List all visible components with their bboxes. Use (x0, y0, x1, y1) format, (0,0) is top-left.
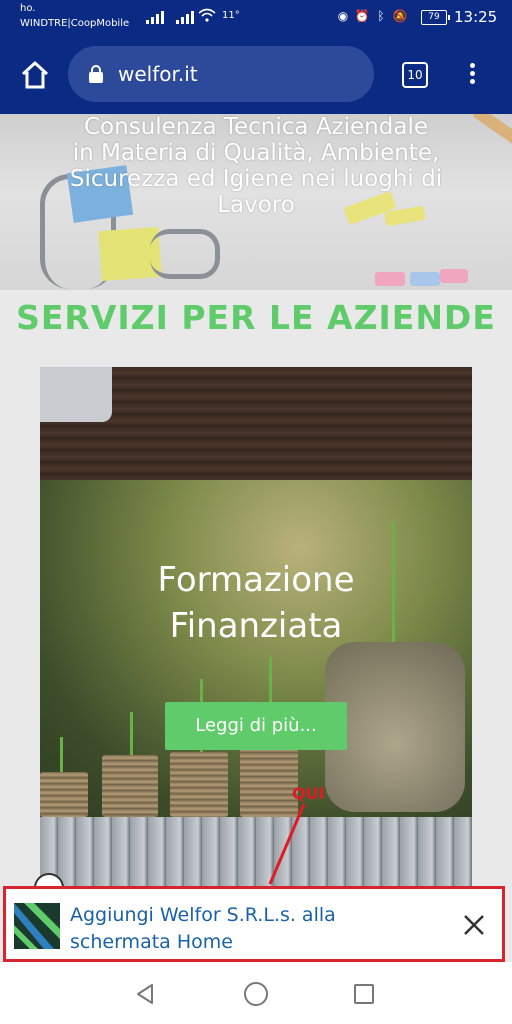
push-pin-image (410, 272, 440, 286)
coin-stack-image (170, 752, 228, 817)
service-card[interactable]: Formazione Finanziata Leggi di più... (40, 367, 472, 887)
signal-icon (146, 10, 164, 24)
hero-title-line: Sicurezza ed Igiene nei luoghi di (69, 166, 443, 192)
overflow-menu-icon[interactable] (464, 60, 480, 90)
push-pin-image (440, 269, 468, 283)
home-circle-icon[interactable] (244, 982, 268, 1006)
coin-stack-image (102, 755, 158, 817)
hero-banner: Consulenza Tecnica Aziendale in Materia … (0, 114, 512, 290)
temperature: 11° (222, 10, 240, 21)
recent-apps-icon[interactable] (354, 984, 374, 1004)
lock-icon (89, 65, 103, 83)
push-pin-image (375, 272, 405, 286)
card-title-line: Formazione (157, 560, 355, 600)
sprout-image (60, 737, 63, 772)
coin-stack-image (40, 772, 88, 817)
add-to-home-text[interactable]: Aggiungi Welfor S.R.L.s. alla schermata … (70, 902, 430, 956)
bluetooth-icon: ᛒ (377, 9, 385, 23)
url-text: welfor.it (118, 62, 198, 86)
binder-clip-image (150, 229, 220, 279)
carrier-network: WINDTRE|CoopMobile (20, 18, 130, 29)
hero-title: Consulenza Tecnica Aziendale in Materia … (0, 114, 512, 218)
add-to-home-text-line: schermata Home (70, 931, 233, 953)
system-nav-bar (0, 962, 512, 1024)
coin-stack-image (240, 747, 298, 817)
back-icon[interactable] (134, 982, 158, 1006)
address-bar[interactable]: welfor.it (68, 46, 374, 102)
add-to-home-text-line: Aggiungi Welfor S.R.L.s. alla (70, 904, 336, 926)
carrier-name: ho. (20, 3, 36, 14)
welfor-app-icon (14, 903, 60, 949)
home-icon[interactable] (18, 58, 52, 92)
alarm-icon: ⏰ (354, 9, 370, 23)
status-bar: ho. WINDTRE|CoopMobile 11° ◉ ⏰ ᛒ 🔕 79 13… (0, 0, 512, 36)
tab-switcher-button[interactable]: 10 (402, 62, 428, 88)
section-title: SERVIZI PER LE AZIENDE (16, 298, 496, 337)
hero-title-line: in Materia di Qualità, Ambiente, (72, 140, 440, 166)
hero-title-line: Consulenza Tecnica Aziendale (84, 114, 428, 140)
browser-toolbar: welfor.it 10 (0, 36, 512, 114)
card-title-line: Finanziata (169, 606, 343, 646)
hero-title-line: Lavoro (217, 192, 295, 218)
close-icon[interactable] (462, 913, 486, 937)
eye-icon: ◉ (337, 9, 349, 23)
card-title: Formazione Finanziata (40, 557, 472, 649)
construction-site-image (40, 817, 472, 887)
add-to-home-banner[interactable]: Aggiungi Welfor S.R.L.s. alla schermata … (3, 886, 505, 962)
annotation-label: QUI (292, 784, 325, 803)
battery-icon: 79 (421, 10, 450, 25)
wifi-icon (198, 8, 216, 22)
signal-icon (176, 10, 194, 24)
clock: 13:25 (454, 8, 498, 26)
sprout-image (130, 712, 133, 755)
mute-icon: 🔕 (392, 9, 408, 23)
read-more-button[interactable]: Leggi di più... (165, 702, 347, 750)
laptop-image (40, 367, 112, 422)
